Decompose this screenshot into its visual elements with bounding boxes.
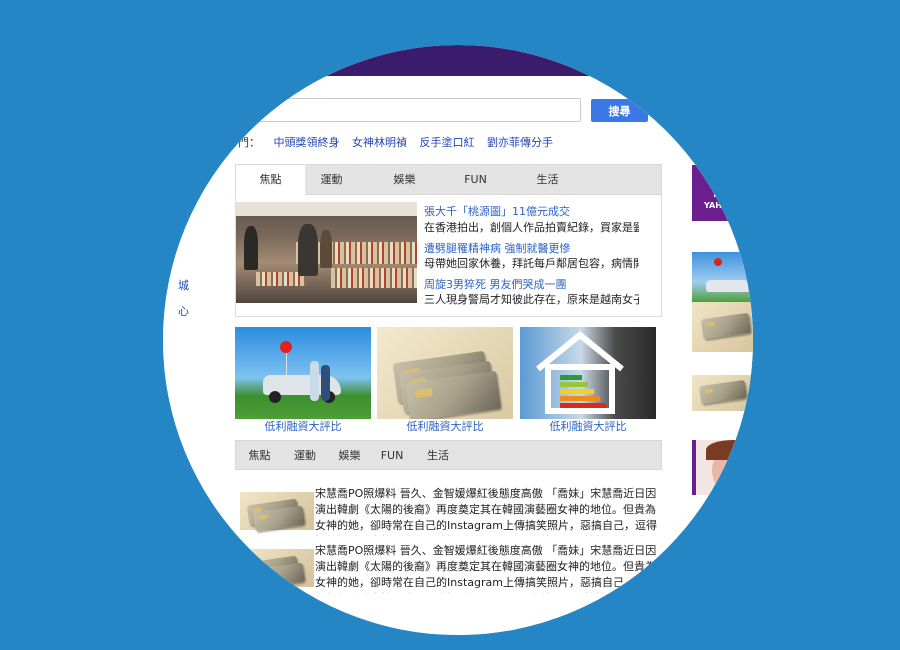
credit-cards-icon[interactable] bbox=[692, 375, 753, 411]
news-snippet: 三人現身警局才知彼此存在，原來是越南女子... bbox=[424, 293, 639, 306]
trending-link[interactable]: 中頭獎領終身 bbox=[274, 136, 340, 149]
magnifier-circle: 搜尋 門： 中頭獎領終身 女神林明禎 反手塗口紅 劉亦菲傳分手 城 心 焦點 運… bbox=[163, 45, 753, 635]
tab-entertainment[interactable]: 娛樂 bbox=[378, 165, 431, 195]
credit-cards-icon[interactable] bbox=[692, 302, 753, 352]
tab-life[interactable]: 生活 bbox=[418, 441, 458, 471]
search-button[interactable]: 搜尋 bbox=[591, 99, 648, 122]
search-input[interactable] bbox=[228, 98, 581, 122]
left-nav-item[interactable]: 城 bbox=[178, 277, 189, 293]
feed-text: 宋慧喬PO照爆料 晉久、金智媛爆紅後態度高傲 「喬妹」宋慧喬近日因演出韓劇《太陽… bbox=[315, 487, 657, 536]
ad-caption[interactable]: 低利融資大評比 bbox=[377, 418, 513, 434]
news-headline[interactable]: 張大千「桃源圖」11億元成交 bbox=[424, 203, 570, 219]
news-snippet: 母帶她回家休養，拜託每戶鄰居包容，病情開... bbox=[424, 257, 639, 270]
feed-tab-bar: 焦點 運動 娛樂 FUN 生活 bbox=[235, 440, 662, 470]
list-item[interactable]: 宋慧喬PO照爆料 晉久、金智媛爆紅後態度高傲 「喬妹」宋慧喬近日因演出韓劇《太陽… bbox=[235, 543, 662, 593]
list-item[interactable]: 宋慧喬PO照爆料 晉久、金智媛爆紅後態度高傲 「喬妹」宋慧喬近日因演出韓劇《太陽… bbox=[235, 486, 662, 536]
tab-fun[interactable]: FUN bbox=[372, 441, 412, 471]
news-snippet: 在香港拍出，創個人作品拍賣紀錄，買家是劉... bbox=[424, 221, 639, 234]
car-family-icon[interactable] bbox=[235, 327, 371, 419]
credit-cards-icon bbox=[240, 549, 314, 589]
woman-face-icon[interactable] bbox=[692, 440, 753, 495]
car-family-icon[interactable] bbox=[692, 252, 753, 302]
web-page: 搜尋 門： 中頭獎領終身 女神林明禎 反手塗口紅 劉亦菲傳分手 城 心 焦點 運… bbox=[163, 45, 753, 635]
ad-caption[interactable]: 低利融資大評比 bbox=[235, 418, 371, 434]
house-energy-icon[interactable] bbox=[520, 327, 656, 419]
trending-link[interactable]: 女神林明禎 bbox=[352, 136, 407, 149]
house-outline-icon bbox=[536, 331, 624, 414]
tab-focus[interactable]: 焦點 bbox=[236, 441, 283, 471]
tab-entertainment[interactable]: 娛樂 bbox=[327, 441, 372, 471]
top-header-bar bbox=[163, 45, 753, 76]
trending-keywords: 門： 中頭獎領終身 女神林明禎 反手塗口紅 劉亦菲傳分手 bbox=[238, 134, 562, 150]
ad-caption[interactable]: 低利融資大評比 bbox=[520, 418, 656, 434]
bookstore-photo[interactable] bbox=[236, 202, 417, 303]
news-headline[interactable]: 遭劈腿罹精神病 強制就醫更慘 bbox=[424, 240, 571, 256]
banner-logo-text: YAHO bbox=[704, 201, 729, 210]
tab-focus[interactable]: 焦點 bbox=[236, 165, 305, 195]
tab-life[interactable]: 生活 bbox=[521, 165, 574, 195]
credit-cards-icon[interactable] bbox=[377, 327, 513, 419]
tab-fun[interactable]: FUN bbox=[449, 165, 502, 195]
logo-box-icon bbox=[714, 179, 732, 197]
tab-sports[interactable]: 運動 bbox=[283, 441, 327, 471]
left-nav-item[interactable]: 心 bbox=[178, 303, 189, 319]
trending-link[interactable]: 劉亦菲傳分手 bbox=[487, 136, 553, 149]
credit-cards-icon bbox=[240, 492, 314, 532]
yahoo-banner[interactable]: YAHO bbox=[692, 165, 753, 221]
trending-link[interactable]: 反手塗口紅 bbox=[420, 136, 475, 149]
tab-sports[interactable]: 運動 bbox=[305, 165, 358, 195]
trending-label: 門： bbox=[238, 136, 260, 149]
feed-text: 宋慧喬PO照爆料 晉久、金智媛爆紅後態度高傲 「喬妹」宋慧喬近日因演出韓劇《太陽… bbox=[315, 544, 657, 593]
news-tab-bar: 焦點 運動 娛樂 FUN 生活 bbox=[235, 164, 662, 195]
news-headline[interactable]: 周旋3男猝死 男友們哭成一團 bbox=[424, 276, 567, 292]
